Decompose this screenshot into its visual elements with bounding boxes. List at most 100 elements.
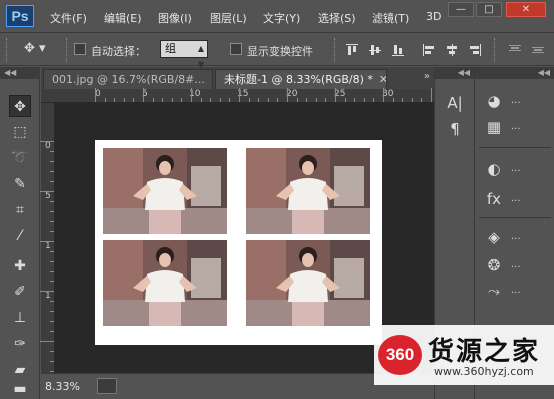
tab-001-jpg[interactable]: 001.jpg @ 16.7%(RGB/8#... (43, 69, 213, 89)
distribute-top-icon[interactable] (508, 43, 522, 57)
eraser-icon[interactable]: ▰ (9, 359, 31, 381)
options-grip (334, 38, 337, 62)
tools-panel: ◀◀ ✥ ⬚ ➰ ✎ ⌗ ⁄ ✚ ✐ ⊥ ✑ ▰ ▬ (0, 67, 40, 399)
ruler-tick (124, 98, 125, 102)
status-info-icon[interactable] (97, 378, 117, 394)
ruler-tick (50, 171, 54, 172)
lasso-icon[interactable]: ➰ (9, 147, 31, 169)
align-left-icon[interactable] (422, 43, 436, 57)
layers-icon[interactable]: ◈ (483, 227, 505, 247)
menu-3d[interactable]: 3D (426, 10, 441, 23)
watermark-name: 货源之家 (428, 337, 541, 367)
ruler-tick (50, 261, 54, 262)
ruler-tick (143, 88, 144, 102)
ruler-tick (50, 221, 54, 222)
maximize-button[interactable]: □ (476, 2, 502, 17)
options-grip[interactable] (6, 38, 9, 62)
gradient-icon[interactable]: ▬ (9, 381, 31, 397)
align-hcenter-icon[interactable] (445, 43, 459, 57)
ruler-tick (393, 98, 394, 102)
ruler-tick (50, 161, 54, 162)
align-right-icon[interactable] (468, 43, 482, 57)
ruler-tick (383, 88, 384, 102)
show-transform-checkbox[interactable] (230, 43, 242, 55)
document-canvas[interactable] (95, 140, 382, 345)
stamp-icon[interactable]: ⊥ (9, 307, 31, 329)
menu-filter[interactable]: 滤镜(T) (372, 10, 409, 26)
vertical-ruler[interactable]: 0 5 1 1 (40, 103, 55, 373)
swatches-icon[interactable]: ▦ (483, 117, 505, 137)
align-bottom-icon[interactable] (391, 43, 405, 57)
photo-bottom-left[interactable] (103, 240, 227, 326)
align-vcenter-icon[interactable] (368, 43, 382, 57)
channels-icon[interactable]: ❂ (483, 255, 505, 275)
ruler-tick (50, 251, 54, 252)
align-top-icon[interactable] (345, 43, 359, 57)
move-tool-preset-icon[interactable]: ✥ ▾ (24, 41, 46, 56)
crop-icon[interactable]: ⌗ (9, 199, 31, 221)
paragraph-icon[interactable]: ¶ (444, 119, 466, 139)
tools-panel-collapse-icon[interactable]: ◀◀ (0, 67, 40, 79)
ruler-tick (114, 98, 115, 102)
healing-icon[interactable]: ✚ (9, 255, 31, 277)
adjustments-icon[interactable]: ◐ (483, 159, 505, 179)
tab-label: 001.jpg @ 16.7%(RGB/8#... (52, 73, 205, 86)
ruler-tick (364, 98, 365, 102)
menu-image[interactable]: 图像(I) (158, 10, 192, 26)
auto-select-checkbox[interactable] (74, 43, 86, 55)
close-tab-icon[interactable]: ✕ (379, 73, 386, 86)
menu-file[interactable]: 文件(F) (50, 10, 87, 26)
show-transform-label: 显示变换控件 (247, 45, 313, 58)
minimize-button[interactable]: — (448, 2, 474, 17)
watermark-logo: 360 (378, 335, 422, 375)
ruler-tick (153, 98, 154, 102)
menu-edit[interactable]: 编辑(E) (104, 10, 142, 26)
photo-top-left[interactable] (103, 148, 227, 234)
zoom-level[interactable]: 8.33% (45, 380, 80, 393)
auto-select-value: 组 (165, 42, 176, 55)
photo-top-right[interactable] (246, 148, 370, 234)
quick-select-icon[interactable]: ✎ (9, 173, 31, 195)
ruler-tick (40, 291, 54, 292)
close-button[interactable]: ✕ (506, 2, 546, 17)
paths-icon[interactable]: ⤳ (483, 281, 505, 301)
dock-expand-icon[interactable]: ◀◀ (475, 67, 554, 79)
ruler-tick (191, 88, 192, 102)
eyedropper-icon[interactable]: ⁄ (9, 225, 31, 247)
tab-untitled-1[interactable]: 未标题-1 @ 8.33%(RGB/8) * ✕ (215, 69, 387, 89)
menu-type[interactable]: 文字(Y) (263, 10, 300, 26)
ruler-tick (40, 141, 54, 142)
character-icon[interactable]: A| (444, 93, 466, 113)
menu-layer[interactable]: 图层(L) (210, 10, 247, 26)
color-icon[interactable]: ◕ (483, 91, 505, 111)
panel-label: ... (511, 285, 521, 296)
history-brush-icon[interactable]: ✑ (9, 333, 31, 355)
options-grip (66, 38, 69, 62)
auto-select-dropdown[interactable]: 组 ▲ ▼ (160, 40, 208, 69)
brush-icon[interactable]: ✐ (9, 281, 31, 303)
menu-select[interactable]: 选择(S) (318, 10, 356, 26)
ruler-tick (201, 98, 202, 102)
ruler-tick (50, 281, 54, 282)
ruler-tick (50, 371, 54, 372)
ruler-tick (268, 98, 269, 102)
move-icon[interactable]: ✥ (9, 95, 31, 117)
ruler-tick (229, 98, 230, 102)
dock-collapse-icon[interactable]: ◀◀ (435, 67, 474, 79)
tabs-overflow-icon[interactable]: » (424, 71, 430, 82)
ruler-tick (258, 98, 259, 102)
ruler-tick (316, 98, 317, 102)
styles-icon[interactable]: fx (483, 189, 505, 209)
menu-bar: Ps 文件(F) 编辑(E) 图像(I) 图层(L) 文字(Y) 选择(S) 滤… (0, 0, 554, 33)
horizontal-ruler[interactable]: 0 5 10 15 20 25 30 (41, 88, 434, 103)
ruler-label: 1 (45, 241, 51, 251)
ruler-tick (133, 98, 134, 102)
distribute-vcenter-icon[interactable] (531, 43, 545, 57)
photo-bottom-right[interactable] (246, 240, 370, 326)
ruler-tick (50, 181, 54, 182)
ruler-label: 1 (45, 291, 51, 301)
ruler-tick (249, 98, 250, 102)
ruler-tick (50, 301, 54, 302)
marquee-icon[interactable]: ⬚ (9, 121, 31, 143)
options-bar: ✥ ▾ 自动选择： 组 ▲ ▼ 显示变换控件 (0, 34, 554, 69)
